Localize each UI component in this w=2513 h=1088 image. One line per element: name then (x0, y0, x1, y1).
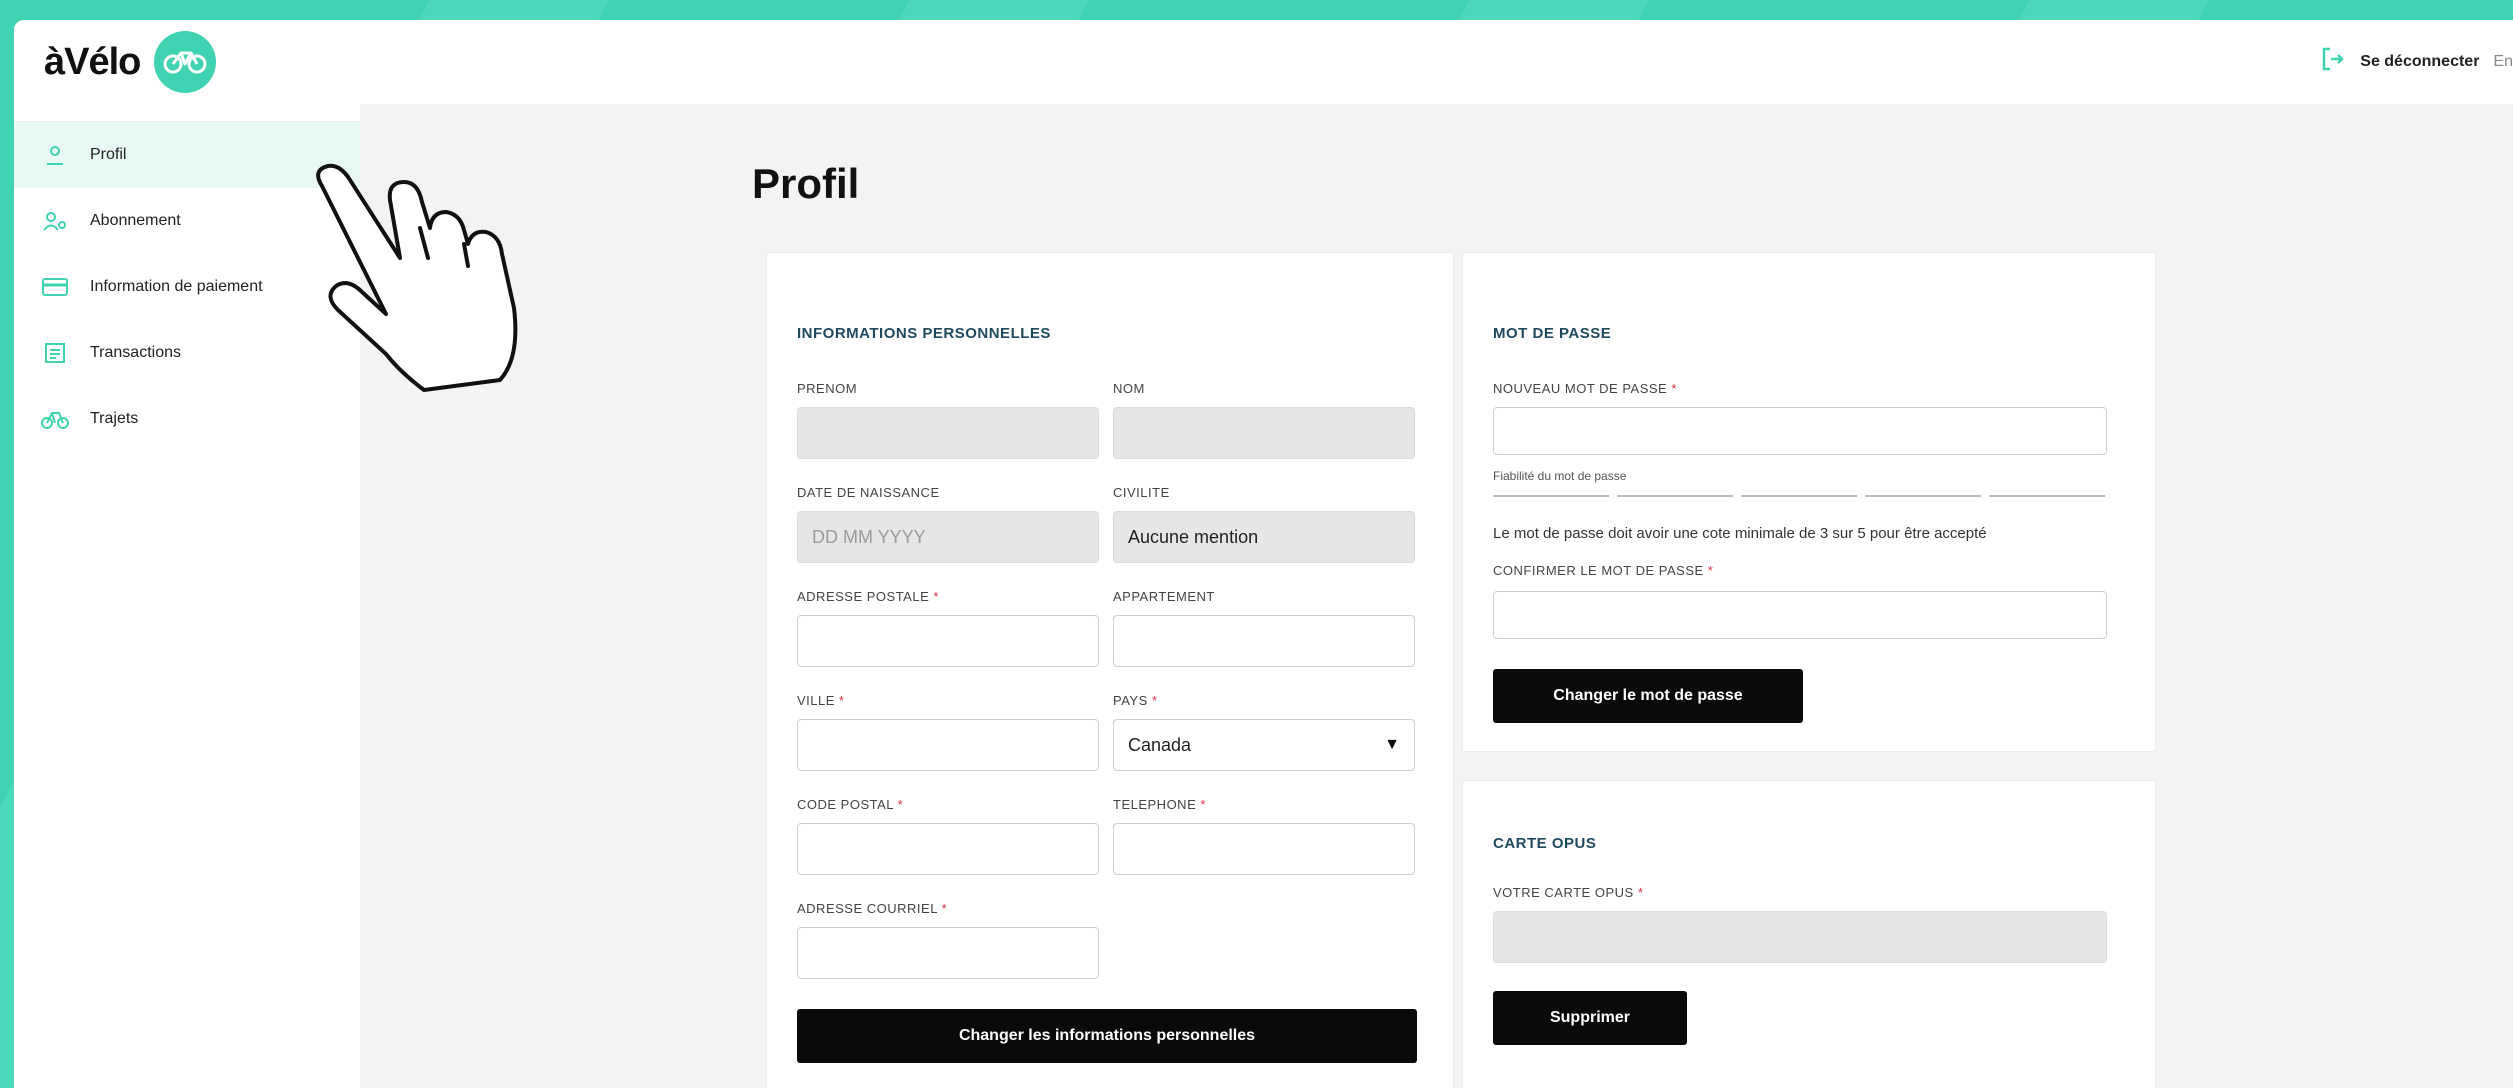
email-label-text: ADRESSE COURRIEL (797, 901, 938, 916)
confirm-password-label: CONFIRMER LE MOT DE PASSE * (1493, 563, 1713, 578)
birth-date-label: DATE DE NAISSANCE (797, 485, 940, 500)
logo-text: àVélo (44, 40, 141, 83)
app-window: àVélo Se déconnecter En Profil Abonnemen… (14, 20, 2513, 1088)
country-label: PAYS * (1113, 693, 1157, 708)
top-bar: àVélo Se déconnecter En (14, 20, 2513, 104)
password-strength-label: Fiabilité du mot de passe (1493, 469, 1627, 483)
prenom-label: PRENOM (797, 381, 858, 396)
opus-card-card: CARTE OPUS VOTRE CARTE OPUS * Supprimer (1462, 780, 2156, 1088)
users-icon (40, 206, 70, 236)
pointer-hand-icon (316, 163, 518, 392)
logout-label: Se déconnecter (2360, 52, 2480, 70)
civility-label: CIVILITE (1113, 485, 1170, 500)
language-toggle[interactable]: En (2493, 53, 2513, 71)
sidebar-item-label: Information de paiement (90, 278, 263, 295)
bike-icon (154, 31, 217, 93)
required-mark: * (933, 589, 939, 604)
city-label: VILLE * (797, 693, 845, 708)
page-title: Profil (752, 160, 860, 207)
address-label-text: ADRESSE POSTALE (797, 589, 930, 604)
personal-info-heading: INFORMATIONS PERSONNELLES (797, 325, 1051, 342)
required-mark: * (1671, 381, 1677, 396)
email-input[interactable] (797, 927, 1099, 979)
credit-card-icon (40, 272, 70, 302)
apartment-input[interactable] (1113, 615, 1415, 667)
save-personal-info-button[interactable]: Changer les informations personnelles (797, 1009, 1417, 1063)
password-hint: Le mot de passe doit avoir une cote mini… (1493, 525, 1987, 542)
nom-input[interactable] (1113, 407, 1415, 459)
civility-value: Aucune mention (1128, 526, 1259, 547)
sidebar-item-label: Transactions (90, 344, 181, 361)
prenom-input[interactable] (797, 407, 1099, 459)
required-mark: * (1151, 693, 1158, 708)
email-label: ADRESSE COURRIEL * (797, 901, 947, 916)
chevron-down-icon: ▼ (1384, 736, 1400, 753)
city-label-text: VILLE (797, 693, 835, 708)
new-password-label: NOUVEAU MOT DE PASSE * (1493, 381, 1677, 396)
country-select[interactable]: Canada ▼ (1113, 719, 1415, 771)
password-heading: MOT DE PASSE (1493, 325, 1612, 342)
logout-link[interactable]: Se déconnecter En (2320, 46, 2513, 77)
opus-card-label-text: VOTRE CARTE OPUS (1493, 885, 1634, 900)
birth-date-input[interactable] (797, 511, 1099, 563)
confirm-password-label-text: CONFIRMER LE MOT DE PASSE (1493, 563, 1704, 578)
opus-card-input[interactable] (1493, 911, 2107, 963)
phone-label: TELEPHONE * (1113, 797, 1206, 812)
sidebar-item-label: Profil (90, 146, 127, 163)
phone-label-text: TELEPHONE (1113, 797, 1197, 812)
delete-opus-button[interactable]: Supprimer (1493, 991, 1687, 1045)
password-strength-segment (1989, 495, 2105, 497)
logo[interactable]: àVélo (44, 31, 217, 93)
opus-heading: CARTE OPUS (1493, 835, 1597, 852)
user-icon (40, 140, 70, 170)
logout-icon (2320, 46, 2346, 77)
country-value: Canada (1128, 734, 1192, 755)
receipt-icon (40, 338, 70, 368)
address-label: ADRESSE POSTALE * (797, 589, 939, 604)
required-mark: * (1637, 885, 1644, 900)
sidebar-item-label: Abonnement (90, 212, 181, 229)
new-password-label-text: NOUVEAU MOT DE PASSE (1493, 381, 1668, 396)
sidebar-spacer (14, 104, 360, 122)
nom-label: NOM (1113, 381, 1145, 396)
postal-code-label-text: CODE POSTAL (797, 797, 894, 812)
password-strength-segment (1865, 495, 1981, 497)
personal-info-card: INFORMATIONS PERSONNELLES PRENOM NOM DAT… (766, 252, 1454, 1088)
phone-input[interactable] (1113, 823, 1415, 875)
required-mark: * (1707, 563, 1714, 578)
required-mark: * (897, 797, 904, 812)
address-input[interactable] (797, 615, 1099, 667)
password-strength-segment (1741, 495, 1857, 497)
opus-card-label: VOTRE CARTE OPUS * (1493, 885, 1643, 900)
civility-field[interactable]: Aucune mention (1113, 511, 1415, 563)
bicycle-icon (40, 404, 70, 434)
required-mark: * (1200, 797, 1206, 812)
required-mark: * (941, 901, 948, 916)
password-strength-segment (1617, 495, 1733, 497)
apartment-label: APPARTEMENT (1113, 589, 1215, 604)
new-password-input[interactable] (1493, 407, 2107, 455)
change-password-button[interactable]: Changer le mot de passe (1493, 669, 1803, 723)
postal-code-input[interactable] (797, 823, 1099, 875)
sidebar-item-label: Trajets (90, 410, 139, 427)
confirm-password-input[interactable] (1493, 591, 2107, 639)
required-mark: * (839, 693, 845, 708)
country-label-text: PAYS (1113, 693, 1148, 708)
password-strength-segment (1493, 495, 1609, 497)
city-input[interactable] (797, 719, 1099, 771)
password-card: MOT DE PASSE NOUVEAU MOT DE PASSE * Fiab… (1462, 252, 2156, 752)
postal-code-label: CODE POSTAL * (797, 797, 903, 812)
